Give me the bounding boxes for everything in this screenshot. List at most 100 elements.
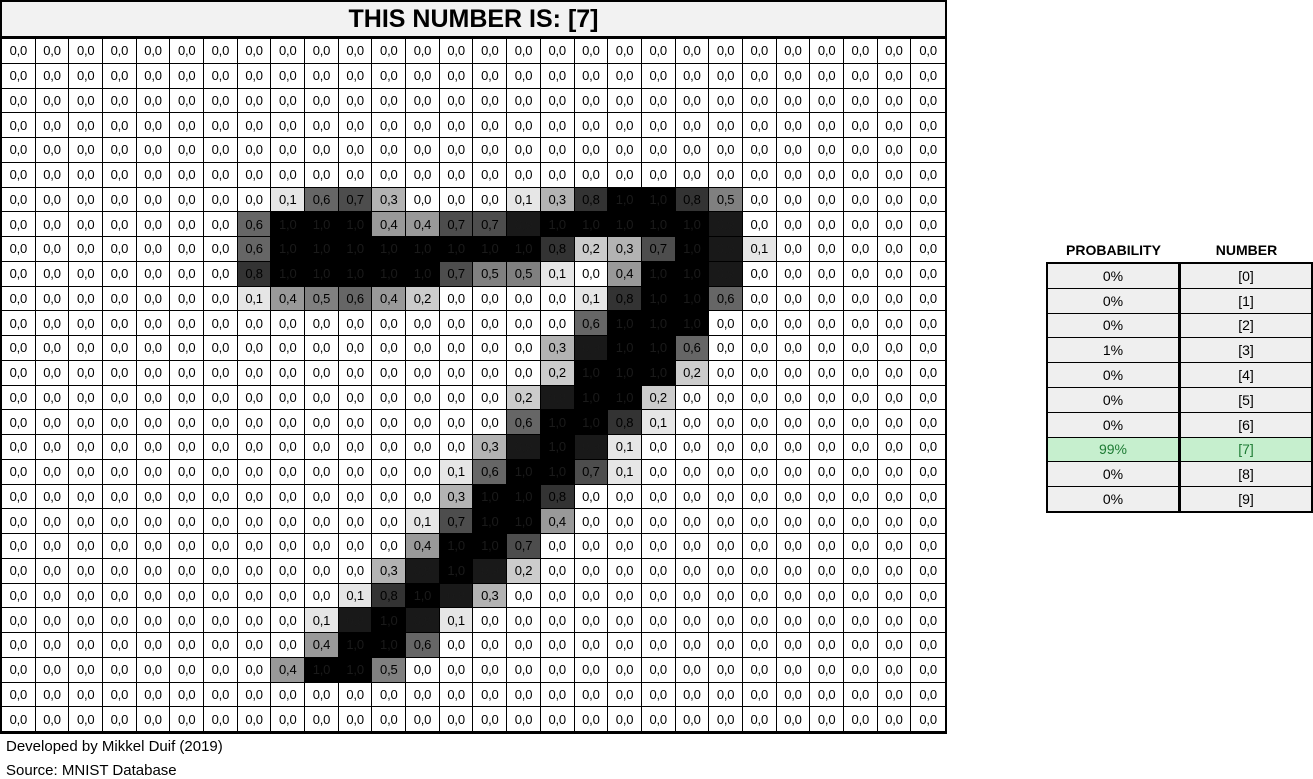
- pixel-cell: 0,0: [911, 113, 945, 138]
- pixel-cell: 0,0: [911, 188, 945, 213]
- pixel-cell: 1,0: [675, 237, 710, 262]
- pixel-cell: 0,0: [742, 583, 777, 609]
- pixel-cell: 0,0: [35, 509, 70, 534]
- pixel-cell: 0,0: [372, 385, 407, 411]
- pixel-cell: 0,0: [2, 633, 36, 658]
- pixel-cell: 0,0: [911, 212, 945, 237]
- pixel-cell: 0,0: [69, 39, 104, 64]
- pixel-cell: 0,1: [608, 435, 642, 460]
- pixel-cell: 1,0: [641, 286, 676, 312]
- pixel-cell: 0,0: [473, 63, 508, 89]
- pixel-cell: 1,0: [473, 484, 508, 510]
- pixel-cell: 0,0: [641, 162, 676, 188]
- pixel-cell: 1,0: [305, 237, 339, 262]
- pixel-cell: 0,0: [204, 608, 238, 633]
- pixel-cell: 0,0: [170, 608, 205, 633]
- pixel-cell: 1,0: [305, 657, 339, 683]
- pixel-cell: 0,0: [2, 39, 36, 64]
- pixel-cell: 0,0: [675, 707, 710, 732]
- pixel-cell: 0,0: [877, 336, 912, 361]
- pixel-cell: 0,0: [103, 410, 137, 435]
- pixel-cell: 0,0: [911, 386, 945, 411]
- pixel-cell: 0,0: [540, 707, 575, 732]
- pixel-cell: 0,0: [305, 459, 339, 485]
- pixel-cell: 0,0: [810, 311, 844, 336]
- pixel-cell: 0,0: [911, 633, 945, 658]
- pixel-cell: 0,0: [709, 162, 743, 188]
- pixel-cell: 0,0: [69, 187, 104, 213]
- pixel-cell: 0,0: [641, 435, 676, 460]
- pixel-cell: 0,0: [540, 583, 575, 609]
- probability-table: 0% [0] 0% [1] 0% [2] 1% [3] 0% [4] 0% [5…: [1046, 262, 1313, 513]
- probability-value: 0%: [1048, 462, 1178, 487]
- pixel-cell: 0,3: [540, 336, 575, 361]
- pixel-cell: 0,0: [35, 311, 70, 336]
- pixel-cell: 0,0: [271, 633, 306, 658]
- pixel-cell: 0,0: [776, 39, 811, 64]
- pixel-cell: 0,0: [372, 113, 407, 138]
- number-header: NUMBER: [1215, 242, 1278, 258]
- pixel-cell: 0,4: [271, 657, 306, 683]
- pixel-cell: 0,0: [843, 88, 878, 114]
- pixel-cell: 0,0: [843, 509, 878, 534]
- pixel-cell: 0,0: [237, 608, 272, 633]
- pixel-cell: 0,0: [473, 633, 508, 658]
- pixel-cell: 0,0: [439, 707, 474, 732]
- pixel-cell: 0,9: [709, 212, 743, 237]
- pixel-cell: 0,0: [103, 212, 137, 237]
- pixel-cell: 0,0: [473, 39, 508, 64]
- pixel-cell: 0,8: [574, 187, 609, 213]
- pixel-cell: 0,0: [742, 88, 777, 114]
- pixel-cell: 0,3: [372, 187, 407, 213]
- pixel-cell: 0,0: [675, 435, 710, 460]
- pixel-cell: 0,0: [776, 88, 811, 114]
- pixel-cell: 1,0: [641, 261, 676, 287]
- pixel-cell: 0,0: [843, 534, 878, 559]
- pixel-cell: 0,0: [338, 88, 373, 114]
- pixel-cell: 0,0: [776, 311, 811, 336]
- pixel-cell: 0,0: [35, 558, 70, 584]
- pixel-cell: 0,7: [574, 459, 609, 485]
- pixel-cell: 0,0: [35, 162, 70, 188]
- pixel-cell: 1,0: [574, 410, 609, 435]
- pixel-cell: 0,0: [305, 682, 339, 708]
- pixel-cell: 0,0: [69, 286, 104, 312]
- pixel-cell: 0,0: [69, 360, 104, 386]
- pixel-cell: 0,0: [237, 558, 272, 584]
- pixel-cell: 0,0: [877, 459, 912, 485]
- pixel-cell: 0,0: [35, 410, 70, 435]
- pixel-cell: 0,0: [305, 410, 339, 435]
- pixel-cell: 0,0: [810, 459, 844, 485]
- pixel-cell: 0,0: [911, 435, 945, 460]
- pixel-cell: 0,0: [69, 88, 104, 114]
- pixel-cell: 0,0: [103, 39, 137, 64]
- pixel-cell: 0,0: [507, 113, 541, 138]
- pixel-cell: 0,0: [507, 583, 541, 609]
- pixel-cell: 0,0: [810, 187, 844, 213]
- pixel-cell: 0,0: [170, 682, 205, 708]
- pixel-cell: 0,0: [237, 410, 272, 435]
- probability-row-4: 0% [4]: [1048, 363, 1311, 387]
- pixel-cell: 0,0: [204, 534, 238, 559]
- pixel-cell: 0,0: [843, 707, 878, 732]
- pixel-cell: 0,0: [103, 237, 137, 262]
- pixel-cell: 0,0: [103, 509, 137, 534]
- pixel-cell: 0,0: [574, 707, 609, 732]
- pixel-cell: 0,0: [608, 608, 642, 633]
- pixel-cell: 0,0: [843, 484, 878, 510]
- pixel-cell: 0,0: [473, 360, 508, 386]
- pixel-cell: 0,0: [2, 88, 36, 114]
- pixel-cell: 0,0: [911, 64, 945, 89]
- pixel-cell: 0,0: [69, 336, 104, 361]
- pixel-cell: 0,0: [742, 360, 777, 386]
- pixel-cell: 0,0: [641, 633, 676, 658]
- pixel-cell: 0,0: [641, 682, 676, 708]
- digit-label: [5]: [1181, 387, 1311, 412]
- pixel-cell: 0,0: [237, 657, 272, 683]
- pixel-cell: 0,0: [742, 707, 777, 732]
- pixel-cell: 0,0: [170, 558, 205, 584]
- pixel-cell: 0,0: [136, 509, 171, 534]
- pixel-cell: 0,0: [136, 261, 171, 287]
- pixel-cell: 0,0: [35, 113, 70, 138]
- pixel-cell: 0,0: [439, 138, 474, 163]
